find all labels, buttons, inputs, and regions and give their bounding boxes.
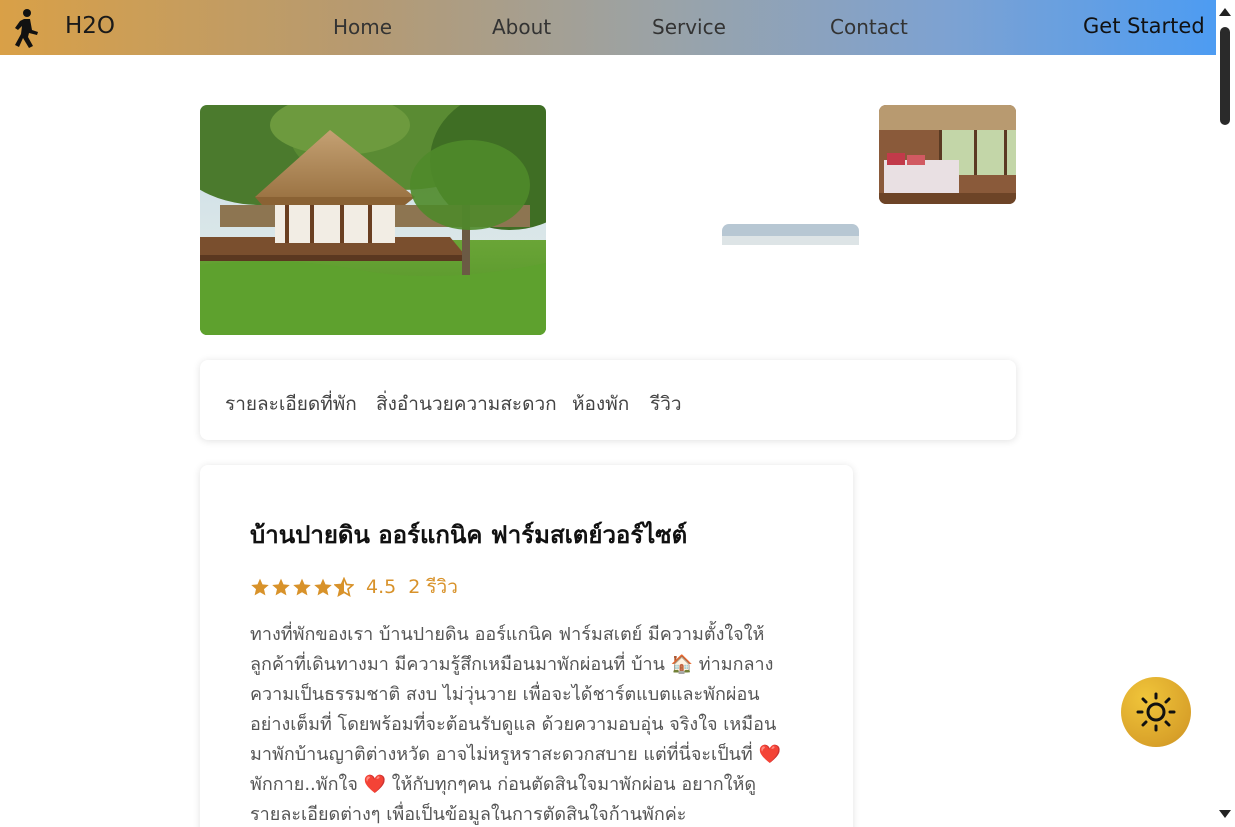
gallery-thumbnail-extra[interactable] bbox=[879, 224, 1016, 229]
scroll-thumb[interactable] bbox=[1220, 27, 1230, 125]
detail-tabs: รายละเอียดที่พัก สิ่งอำนวยความสะดวก ห้อง… bbox=[200, 360, 1016, 440]
nav-link-service[interactable]: Service bbox=[652, 15, 726, 39]
star-icon bbox=[314, 578, 332, 596]
sun-icon bbox=[1136, 692, 1176, 732]
rating-row: 4.5 2 รีวิว bbox=[250, 572, 458, 602]
nav-link-contact[interactable]: Contact bbox=[830, 15, 908, 39]
star-rating bbox=[250, 577, 354, 597]
review-count-link[interactable]: 2 รีวิว bbox=[408, 572, 458, 602]
theme-toggle-button[interactable] bbox=[1121, 677, 1191, 747]
tab-accommodation-details[interactable]: รายละเอียดที่พัก bbox=[225, 389, 357, 419]
tab-reviews[interactable]: รีวิว bbox=[650, 389, 682, 419]
star-icon bbox=[272, 578, 290, 596]
star-icon bbox=[293, 578, 311, 596]
get-started-button[interactable]: Get Started bbox=[1083, 14, 1205, 38]
gallery-thumbnail-landscape[interactable] bbox=[722, 224, 859, 245]
scroll-down-arrow-icon[interactable] bbox=[1219, 810, 1231, 818]
gallery-main-photo[interactable] bbox=[200, 105, 546, 335]
rating-value: 4.5 bbox=[366, 576, 397, 598]
listing-info-card: บ้านปายดิน ออร์แกนิค ฟาร์มสเตย์วอร์ไซต์ … bbox=[200, 465, 853, 827]
logo-text[interactable]: H2O bbox=[65, 13, 115, 39]
star-half-icon bbox=[334, 577, 354, 597]
listing-title: บ้านปายดิน ออร์แกนิค ฟาร์มสเตย์วอร์ไซต์ bbox=[250, 521, 688, 549]
star-icon bbox=[251, 578, 269, 596]
scroll-up-arrow-icon[interactable] bbox=[1219, 8, 1231, 16]
tab-amenities[interactable]: สิ่งอำนวยความสะดวก bbox=[376, 389, 557, 419]
nav-link-home[interactable]: Home bbox=[333, 15, 392, 39]
walking-person-icon[interactable] bbox=[12, 8, 40, 48]
page-scrollbar[interactable] bbox=[1216, 0, 1235, 827]
tab-rooms[interactable]: ห้องพัก bbox=[572, 389, 629, 419]
nav-link-about[interactable]: About bbox=[492, 15, 551, 39]
top-navbar: H2O Home About Service Contact Get Start… bbox=[0, 0, 1216, 55]
gallery-thumbnail-bedroom[interactable] bbox=[879, 105, 1016, 204]
listing-description: ทางที่พักของเรา บ้านปายดิน ออร์แกนิค ฟาร… bbox=[250, 624, 781, 825]
